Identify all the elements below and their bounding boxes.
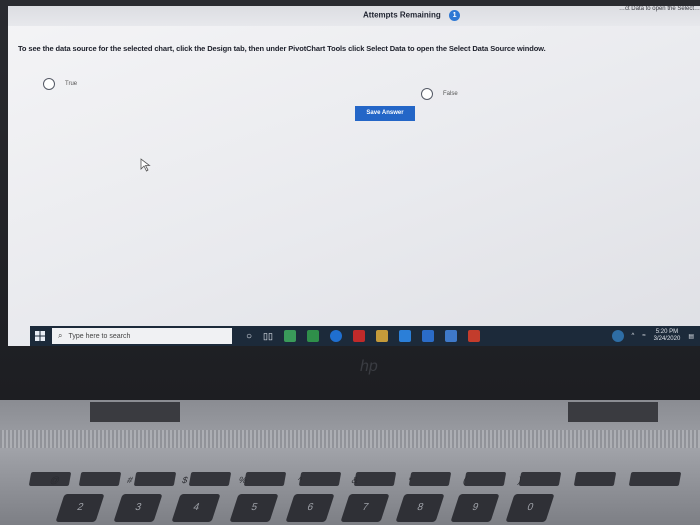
store-icon[interactable] [375,330,388,342]
app-icon-blue[interactable] [444,330,457,342]
screen: Attempts Remaining 1 …ct Data to open th… [8,6,700,346]
clock-date: 3/24/2020 [653,336,681,342]
key-dollar-symbol: $ [180,475,190,485]
attempts-count-badge: 1 [449,10,461,21]
clock[interactable]: 5:20 PM 3/24/2020 [654,329,681,343]
key-4[interactable]: 4 [171,494,221,522]
radio-false[interactable] [421,88,433,100]
windows-logo-icon [35,331,45,341]
start-button[interactable] [30,326,50,346]
key-percent-symbol: % [237,475,249,485]
hinge-right [568,402,658,422]
key-7[interactable]: 7 [340,494,390,522]
key-9[interactable]: 9 [450,494,500,522]
attempts-remaining: Attempts Remaining 1 [363,10,461,21]
keyboard-number-row: 2 3 4 5 6 7 8 9 0 @ # $ % ^ & * ( ) [0,466,700,525]
key-8[interactable]: 8 [395,494,445,522]
key-asterisk-symbol: * [406,475,414,485]
option-false-label: False [443,91,458,97]
attempts-label: Attempts Remaining [363,10,441,20]
notification-icon[interactable]: ▤ [688,333,694,340]
quiz-top-bar: Attempts Remaining 1 …ct Data to open th… [8,6,700,26]
speaker-grille [0,430,700,448]
save-answer-button[interactable]: Save Answer [355,106,415,121]
taskbar-search-box[interactable]: ⌕ Type here to search [52,328,232,344]
option-false[interactable]: False [421,88,458,100]
search-icon: ⌕ [58,331,63,340]
hinge-left [90,402,180,422]
key-3[interactable]: 3 [113,494,163,522]
option-true[interactable]: True [43,78,77,90]
clock-time: 5:20 PM [655,329,679,335]
wifi-icon[interactable]: ≈ [642,333,645,339]
word-icon[interactable] [421,330,434,342]
windows-taskbar: ⌕ Type here to search ○ ▯▯ ^ ≈ 5:20 PM 3… [30,326,700,346]
chevron-up-icon[interactable]: ^ [632,333,635,339]
key-rparen-symbol: ) [516,475,524,485]
key-caret-symbol: ^ [296,475,304,485]
search-placeholder: Type here to search [68,332,131,340]
question-text: To see the data source for the selected … [18,44,546,53]
key-6[interactable]: 6 [285,494,335,522]
key-0[interactable]: 0 [505,494,555,522]
edge-browser-icon[interactable] [329,330,342,342]
key-5[interactable]: 5 [229,494,279,522]
key-hash-symbol: # [125,475,135,485]
system-tray: ^ ≈ 5:20 PM 3/24/2020 ▤ [611,329,700,343]
app-icon-green[interactable] [283,330,296,342]
excel-icon[interactable] [306,330,319,342]
task-view-icon[interactable]: ▯▯ [263,331,273,342]
key-2[interactable]: 2 [55,494,105,522]
cropped-header-text: …ct Data to open the Select… [618,6,700,12]
mouse-cursor-icon [140,158,151,172]
key-lparen-symbol: ( [461,475,469,485]
tray-app-icon[interactable] [611,330,624,342]
cortana-icon[interactable]: ○ [246,331,252,342]
hp-logo: hp [360,358,378,375]
key-at-symbol: @ [48,475,62,485]
option-true-label: True [65,81,78,87]
mail-icon[interactable] [398,330,411,342]
taskbar-app-icons: ○ ▯▯ [246,330,480,342]
key-ampersand-symbol: & [350,475,360,485]
radio-true[interactable] [43,78,55,90]
app-icon-red[interactable] [352,330,365,342]
app-icon-nl[interactable] [467,330,480,342]
